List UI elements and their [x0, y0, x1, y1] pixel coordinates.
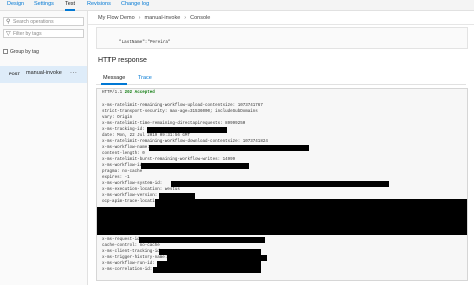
group-by-tag-option[interactable]: Group by tag [3, 49, 39, 56]
tab-test[interactable]: Test [65, 0, 76, 11]
breadcrumb-console: Console [190, 15, 211, 21]
tab-revisions[interactable]: Revisions [87, 0, 111, 10]
breadcrumb: My Flow Demo › manual-invoke › Console [98, 14, 210, 22]
filter-tags-box[interactable]: ▽ [3, 29, 84, 38]
top-tab-bar: Design Settings Test Revisions Change lo… [0, 0, 474, 11]
tab-trace[interactable]: Trace [138, 73, 152, 83]
operation-name: manual-invoke [26, 70, 62, 76]
redacted-value [149, 145, 309, 151]
filter-tags-input[interactable] [13, 30, 83, 37]
breadcrumb-separator: › [138, 15, 141, 21]
request-body-editor[interactable]: "LastName":"Pereira" } [96, 27, 468, 63]
header-divider [88, 24, 474, 25]
tab-change-log[interactable]: Change log [121, 0, 149, 10]
redacted-value [147, 127, 227, 133]
response-message-panel[interactable]: HTTP/1.1 202 Accepted x-ms-ratelimit-rem… [96, 88, 468, 281]
operations-sidebar: ⚲ ▽ Group by tag POST manual-invoke ... [0, 11, 88, 285]
more-options-icon[interactable]: ... [70, 68, 77, 75]
operation-item-manual-invoke[interactable]: POST manual-invoke ... [0, 66, 87, 83]
tab-message[interactable]: Message [100, 73, 128, 85]
tab-settings[interactable]: Settings [34, 0, 54, 10]
search-operations-box[interactable]: ⚲ [3, 17, 84, 26]
status-code: 202 Accepted [124, 91, 155, 95]
search-operations-input[interactable] [13, 18, 83, 25]
request-body-line: } [107, 58, 110, 63]
filter-icon: ▽ [6, 31, 11, 37]
redacted-block [97, 207, 467, 235]
tab-design[interactable]: Design [7, 0, 24, 10]
group-by-tag-label: Group by tag [10, 49, 39, 55]
request-body-line: "LastName":"Pereira" [119, 40, 171, 45]
breadcrumb-separator: › [184, 15, 187, 21]
response-status-line: HTTP/1.1 202 Accepted [102, 90, 155, 96]
http-method-badge: POST [9, 71, 20, 76]
search-icon: ⚲ [6, 19, 11, 25]
http-version: HTTP/1.1 [102, 91, 123, 95]
breadcrumb-api[interactable]: My Flow Demo [98, 15, 135, 21]
response-header-line: ocp-apim-trace-location: [102, 200, 163, 204]
redacted-value [171, 181, 389, 187]
redacted-value [155, 199, 467, 207]
response-header-line: x-ms-correlation-id: [102, 268, 153, 272]
http-response-heading: HTTP response [98, 57, 147, 64]
redacted-value [153, 267, 261, 273]
breadcrumb-operation[interactable]: manual-invoke [145, 15, 181, 21]
redacted-value [141, 163, 249, 169]
redacted-value [139, 237, 265, 243]
response-tabs: Message Trace [96, 72, 466, 85]
group-by-tag-checkbox[interactable] [3, 49, 8, 55]
